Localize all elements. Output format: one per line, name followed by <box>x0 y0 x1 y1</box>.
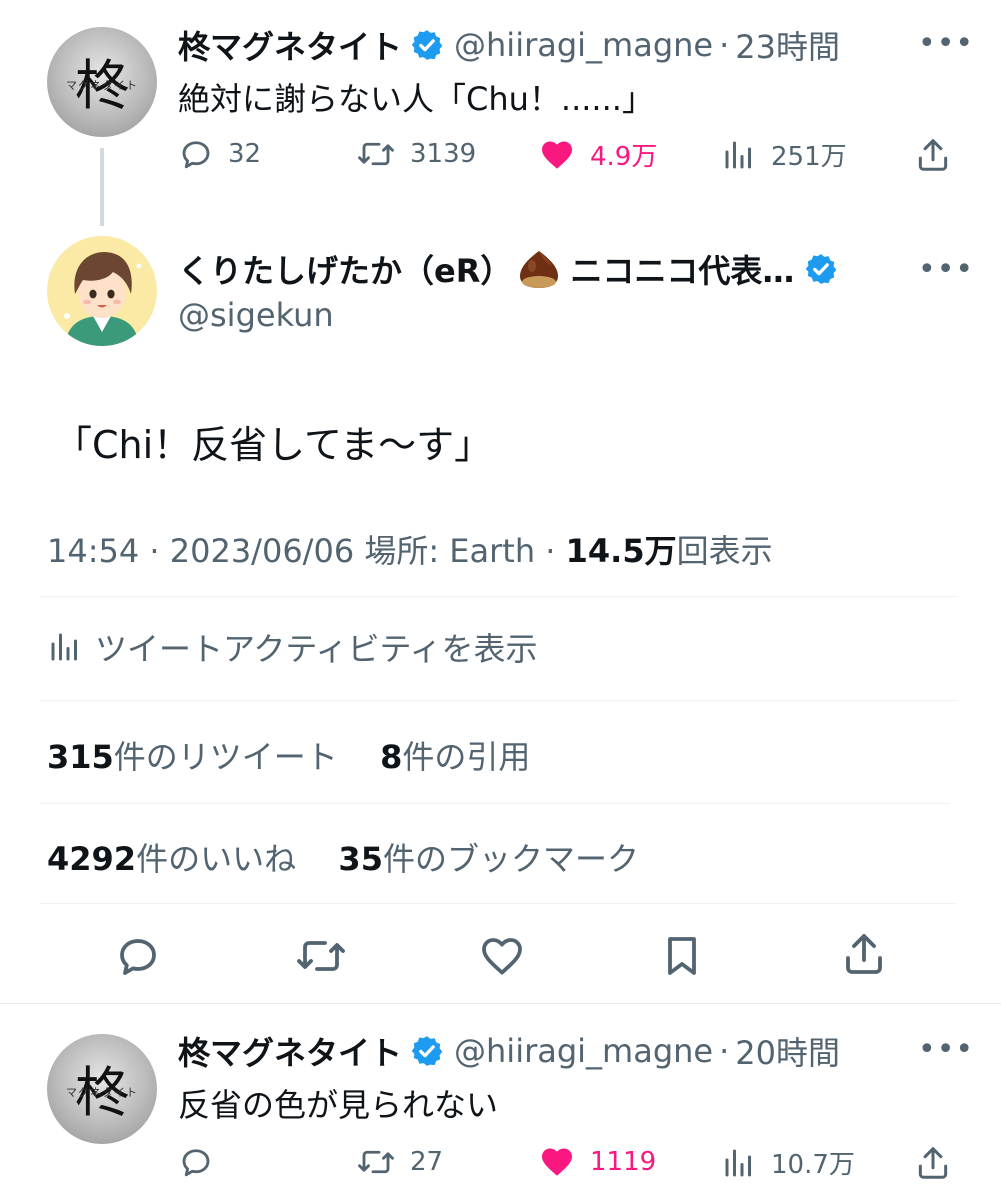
divider <box>40 803 950 804</box>
engagement-row: 315件のリツイート 8件の引用 <box>47 732 530 778</box>
share-button[interactable] <box>840 930 888 982</box>
display-name[interactable]: 柊マグネタイト <box>178 22 402 68</box>
tweet-header: 柊マグネタイト @hiiragi_magne · 23時間 <box>178 22 840 68</box>
divider <box>40 903 956 904</box>
like-button[interactable]: 4.9万 <box>538 136 657 173</box>
avatar[interactable] <box>47 236 157 346</box>
chestnut-icon <box>520 251 559 288</box>
retweet-icon <box>297 941 345 971</box>
likes-stat[interactable]: 4292件のいいね <box>47 840 296 878</box>
tweet-meta: 14:54 · 2023/06/06 場所: Earth · 14.5万回表示 <box>47 526 773 572</box>
reply-button[interactable] <box>114 932 162 984</box>
more-options-icon[interactable]: ••• <box>918 26 974 61</box>
retweet-button[interactable] <box>294 932 348 984</box>
likes-count: 4292 <box>47 840 137 878</box>
retweet-icon <box>358 142 394 166</box>
heart-icon <box>482 938 522 975</box>
analytics-icon <box>725 1149 751 1176</box>
share-icon <box>918 139 948 171</box>
reply-count: 32 <box>228 139 262 169</box>
engagement-row: 4292件のいいね 35件のブックマーク <box>47 834 639 880</box>
tweet-text: 絶対に謝らない人「Chu！......」 <box>178 80 654 118</box>
handle[interactable]: @hiiragi_magne <box>454 26 713 64</box>
avatar-caption: マグネタイト <box>66 79 138 92</box>
verified-badge-icon <box>806 254 837 284</box>
divider <box>40 700 956 701</box>
analytics-icon <box>51 633 77 661</box>
separator-dot: · <box>719 1032 730 1070</box>
tweet-text: 「Chi！反省してま〜す」 <box>54 423 493 467</box>
share-icon <box>918 1147 948 1179</box>
retweet-icon <box>358 1150 394 1174</box>
separator-dot: · <box>719 26 730 64</box>
retweet-count: 3139 <box>410 139 477 169</box>
verified-badge-icon <box>411 30 443 60</box>
quotes-label: 件の引用 <box>402 738 531 776</box>
retweets-label: 件のリツイート <box>113 738 338 776</box>
like-button[interactable] <box>478 932 526 984</box>
bookmarks-label: 件のブックマーク <box>382 840 639 878</box>
like-count: 4.9万 <box>590 142 658 172</box>
divider <box>0 1003 1001 1004</box>
view-count: 10.7万 <box>771 1150 855 1180</box>
timestamp[interactable]: 20時間 <box>735 1028 840 1074</box>
heart-filled-icon <box>542 141 572 169</box>
like-count: 1119 <box>590 1147 657 1177</box>
reply-icon <box>182 1149 210 1177</box>
share-button[interactable] <box>914 1144 966 1182</box>
handle[interactable]: @hiiragi_magne <box>454 1032 713 1070</box>
view-count: 251万 <box>771 142 847 172</box>
tweet-header: 柊マグネタイト @hiiragi_magne · 20時間 <box>178 1028 840 1074</box>
bookmarks-count: 35 <box>338 840 383 878</box>
heart-filled-icon <box>542 1148 572 1176</box>
avatar[interactable]: 柊 マグネタイト <box>47 27 157 137</box>
tweet-activity-link[interactable]: ツイートアクティビティを表示 <box>47 624 538 670</box>
views-button[interactable]: 251万 <box>721 136 847 173</box>
timestamp[interactable]: 23時間 <box>735 22 840 68</box>
retweets-stat[interactable]: 315件のリツイート <box>47 738 338 776</box>
retweet-button[interactable]: 27 <box>356 1144 443 1180</box>
retweets-count: 315 <box>47 738 114 776</box>
views-label: 回表示 <box>676 532 773 570</box>
retweet-button[interactable]: 3139 <box>356 136 476 172</box>
more-options-icon[interactable]: ••• <box>918 252 974 287</box>
tweet-text: 反省の色が見られない <box>178 1086 499 1124</box>
share-icon <box>846 934 882 974</box>
more-options-icon[interactable]: ••• <box>918 1032 974 1067</box>
reply-icon <box>182 141 210 169</box>
bookmark-button[interactable] <box>658 932 706 984</box>
activity-label: ツイートアクティビティを表示 <box>95 630 538 668</box>
bookmark-icon <box>668 937 696 975</box>
views-button[interactable]: 10.7万 <box>721 1144 855 1181</box>
thread-line <box>100 148 104 226</box>
reply-button[interactable] <box>178 1144 228 1180</box>
handle[interactable]: @sigekun <box>178 296 334 334</box>
timestamp-location[interactable]: 14:54 · 2023/06/06 場所: Earth · <box>47 532 555 570</box>
bookmarks-stat[interactable]: 35件のブックマーク <box>338 840 639 878</box>
like-button[interactable]: 1119 <box>538 1144 656 1180</box>
avatar-caption: マグネタイト <box>66 1086 138 1099</box>
likes-label: 件のいいね <box>136 840 297 878</box>
divider <box>40 596 956 597</box>
tweet-header: くりたしげたか（eR） ニコニコ代表… <box>178 246 838 292</box>
reply-icon <box>120 939 156 975</box>
avatar[interactable]: 柊 マグネタイト <box>47 1034 157 1144</box>
retweet-count: 27 <box>410 1147 444 1177</box>
display-name[interactable]: くりたしげたか（eR） <box>178 246 512 292</box>
views-count: 14.5万 <box>565 532 677 570</box>
analytics-icon <box>725 141 751 168</box>
verified-badge-icon <box>411 1036 443 1066</box>
display-name-suffix[interactable]: ニコニコ代表… <box>570 246 794 292</box>
quotes-stat[interactable]: 8件の引用 <box>380 738 530 776</box>
display-name[interactable]: 柊マグネタイト <box>178 1028 402 1074</box>
quotes-count: 8 <box>380 738 403 776</box>
avatar-illustration <box>47 236 157 346</box>
share-button[interactable] <box>914 136 966 174</box>
reply-button[interactable]: 32 <box>178 136 261 172</box>
